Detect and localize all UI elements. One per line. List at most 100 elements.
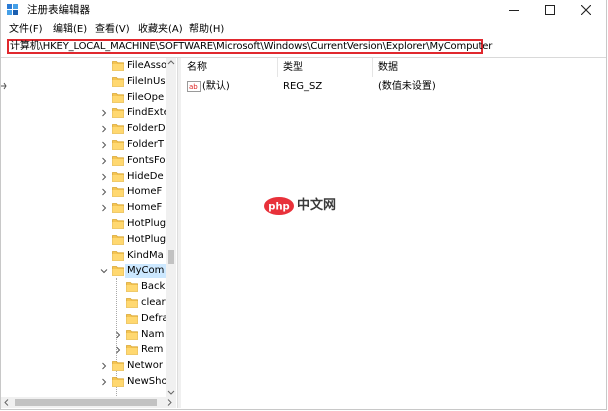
chevron-right-icon[interactable] [99,140,109,150]
pane-edge-arrow-icon [1,82,7,90]
folder-icon [112,76,124,87]
tree-item-label: Nam [141,328,165,340]
tree-item-label: HomeF [127,186,163,198]
tree-item[interactable]: Nam [1,327,166,343]
tree-item[interactable]: MyCom [1,263,167,279]
menu-favorites[interactable]: 收藏夹(A) [138,23,183,37]
tree-item-label: MyCom [125,264,167,279]
chevron-right-icon[interactable] [99,203,109,213]
menu-bar: 文件(F) 编辑(E) 查看(V) 收藏夹(A) 帮助(H) [1,22,606,38]
tree-item-label: HideDe [127,170,164,182]
scroll-up-arrow-icon[interactable] [166,58,176,68]
chevron-right-icon[interactable] [99,172,109,182]
tree-item[interactable]: HomeF [1,200,166,216]
tree-item-label: clear [141,297,166,308]
folder-icon [112,219,124,229]
tree-item[interactable]: FolderD [1,121,166,137]
tree-item[interactable]: HotPlug [1,232,166,248]
menu-view[interactable]: 查看(V) [95,23,130,37]
tree-vertical-scrollbar[interactable] [166,58,176,397]
menu-edit[interactable]: 编辑(E) [53,23,87,37]
address-path[interactable]: 计算机\HKEY_LOCAL_MACHINE\SOFTWARE\Microsof… [10,41,492,53]
tree-item[interactable]: Networ [1,358,166,374]
chevron-right-icon[interactable] [99,108,109,118]
key-tree[interactable]: FileAssoc FileInUs FileOpe FindExte FolderD F… [1,58,176,397]
column-header-name[interactable]: 名称 [187,61,207,75]
tree-item-label: Networ [127,360,163,372]
folder-icon [112,361,124,372]
column-divider[interactable] [372,58,373,77]
tree-item[interactable]: FolderT [1,137,166,153]
folder-icon [112,155,124,166]
folder-icon [126,345,138,356]
tree-item-label: NewSho [127,376,168,387]
tree-item[interactable]: HomeF [1,184,166,200]
tree-horizontal-scroll-thumb[interactable] [15,399,157,406]
minimize-button[interactable] [497,0,531,20]
tree-item[interactable]: FileOpe [1,90,166,106]
tree-item[interactable]: clear [1,295,166,311]
value-row[interactable]: ab (默认) REG_SZ (数值未设置) [181,78,581,94]
menu-file[interactable]: 文件(F) [9,23,43,37]
tree-item-label: Rem [141,344,164,356]
menu-help[interactable]: 帮助(H) [189,23,224,37]
scroll-right-arrow-icon[interactable] [165,398,173,407]
chevron-right-icon[interactable] [99,377,109,387]
tree-item-label: FolderT [127,139,165,150]
tree-item[interactable]: FontsFo [1,153,166,169]
folder-icon [112,140,124,150]
tree-item-label: FontsFo [127,154,166,166]
chevron-right-icon[interactable] [99,361,109,371]
maximize-button[interactable] [533,0,567,20]
chevron-right-icon[interactable] [113,345,123,355]
tree-item[interactable]: FileAssoc [1,58,173,74]
chevron-right-icon[interactable] [99,156,109,166]
tree-item-label: HotPlug [127,233,167,245]
php-logo-icon: php [264,197,294,215]
chevron-right-icon[interactable] [113,330,123,340]
folder-icon [112,108,124,119]
folder-icon [126,282,138,293]
column-divider[interactable] [277,58,278,77]
window-title: 注册表编辑器 [27,4,90,16]
tree-item-label: HotPlug [127,218,167,229]
folder-icon [112,92,124,103]
folder-icon [126,298,138,308]
tree-item-label: FindExte [127,107,170,119]
tree-item-label: FileOpe [127,91,165,103]
watermark-text: 中文网 [297,198,337,213]
chevron-right-icon[interactable] [99,187,109,197]
tree-item-label: Back [141,281,166,293]
tree-item-label: HomeF [127,202,163,214]
chevron-down-icon[interactable] [99,266,109,276]
chevron-right-icon[interactable] [99,124,109,134]
tree-item[interactable]: Defra [1,311,169,327]
close-icon [581,5,591,15]
tree-item[interactable]: Rem [1,342,166,358]
value-name: (默认) [202,81,230,92]
scroll-left-arrow-icon[interactable] [3,398,11,407]
folder-icon [126,329,138,340]
address-bar[interactable]: 计算机\HKEY_LOCAL_MACHINE\SOFTWARE\Microsof… [7,39,492,54]
tree-item[interactable]: FileInUs [1,74,166,90]
tree-item[interactable]: FindExte [1,105,170,121]
tree-item[interactable]: NewSho [1,374,168,390]
close-button[interactable] [569,0,603,20]
tree-horizontal-scrollbar[interactable] [1,397,176,408]
tree-item[interactable]: Back [1,279,166,295]
column-header-type[interactable]: 类型 [283,61,303,75]
scroll-down-arrow-icon[interactable] [166,387,176,397]
value-type: REG_SZ [283,81,323,92]
values-list[interactable]: 名称 类型 数据 ab (默认) REG_SZ (数值未设置) php 中文网 [181,58,606,408]
tree-item[interactable]: HideDe [1,169,166,185]
column-header-data[interactable]: 数据 [378,61,398,75]
tree-item[interactable]: KindMa [1,248,166,264]
folder-icon [126,313,138,324]
folder-icon [112,61,124,71]
folder-icon [112,171,124,182]
tree-item[interactable]: HotPlug [1,216,166,232]
maximize-icon [545,5,555,15]
folder-icon [112,377,124,387]
value-data: (数值未设置) [378,81,436,92]
tree-vertical-scroll-thumb[interactable] [168,250,174,264]
